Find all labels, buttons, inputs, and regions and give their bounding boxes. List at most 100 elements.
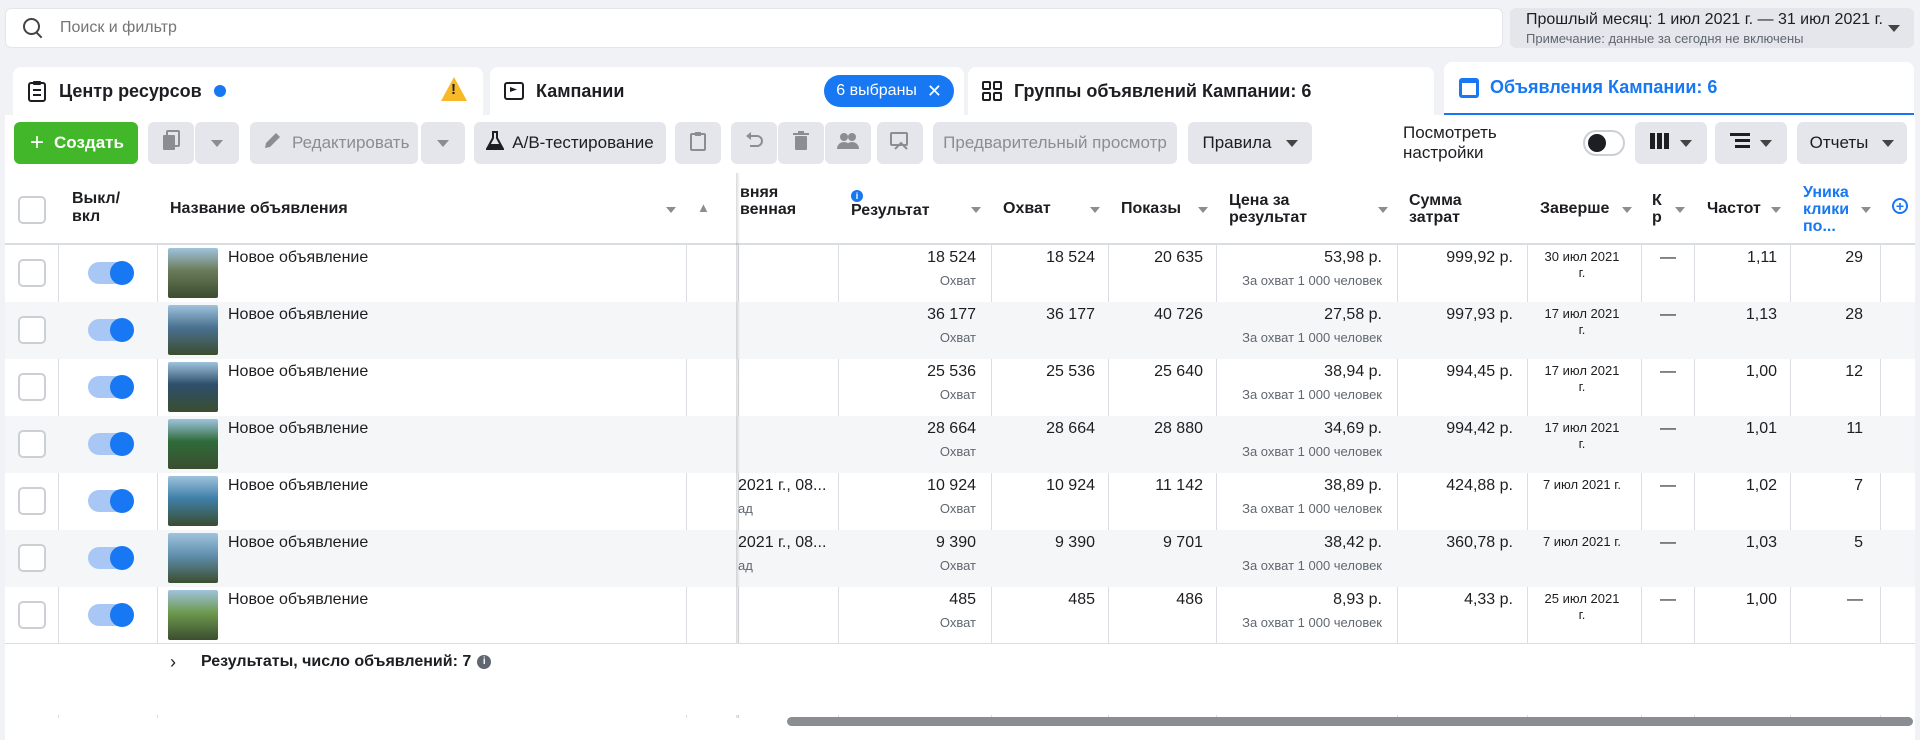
ad-name-link[interactable]: Новое объявление (228, 363, 368, 381)
cost-sub: За охват 1 000 человек (1242, 501, 1382, 516)
tab-ad-sets-label: Группы объявлений Кампании: 6 (1014, 80, 1312, 101)
sort-icon[interactable] (666, 207, 676, 213)
row-checkbox[interactable] (18, 373, 46, 401)
ad-name-link[interactable]: Новое объявление (228, 534, 368, 552)
sort-icon[interactable] (971, 207, 981, 213)
header-onoff[interactable]: Выкл/ вкл (72, 190, 120, 226)
sort-icon[interactable] (1090, 207, 1100, 213)
tab-ads[interactable]: Объявления Кампании: 6 (1444, 62, 1914, 116)
row-checkbox[interactable] (18, 259, 46, 287)
ad-name-link[interactable]: Новое объявление (228, 477, 368, 495)
kr-value: — (1660, 534, 1676, 551)
chevron-down-icon (1680, 139, 1692, 147)
duplicate-button[interactable] (148, 122, 194, 164)
row-toggle[interactable] (88, 546, 134, 570)
delete-button[interactable] (778, 122, 824, 164)
reports-button[interactable]: Отчеты (1797, 122, 1907, 164)
impressions-value: 11 142 (1155, 477, 1203, 494)
row-toggle[interactable] (88, 489, 134, 513)
close-icon[interactable]: ✕ (927, 81, 942, 102)
info-icon: i (477, 655, 492, 669)
date-range-picker[interactable]: Прошлый месяц: 1 июл 2021 г. — 31 июл 20… (1510, 8, 1914, 48)
add-column-icon[interactable]: + (1892, 198, 1908, 214)
header-delivery[interactable]: вняя венная (740, 184, 796, 218)
sort-icon[interactable] (1622, 207, 1632, 213)
unique-clicks-value: — (1847, 591, 1863, 608)
ad-thumbnail[interactable] (168, 590, 218, 640)
duplicate-dropdown[interactable] (195, 122, 239, 164)
sort-icon[interactable] (1861, 207, 1871, 213)
select-all-checkbox[interactable] (18, 196, 46, 224)
ad-thumbnail[interactable] (168, 476, 218, 526)
edit-button[interactable]: Редактировать (250, 122, 418, 164)
compare-button[interactable] (877, 122, 923, 164)
tab-campaigns[interactable]: Кампании 6 выбраны ✕ (490, 67, 964, 115)
row-checkbox[interactable] (18, 544, 46, 572)
ab-test-button[interactable]: A/B-тестирование (474, 122, 666, 164)
columns-button[interactable] (1635, 122, 1707, 164)
ad-thumbnail[interactable] (168, 533, 218, 583)
header-ends[interactable]: Заверше (1540, 200, 1622, 218)
kr-value: — (1660, 306, 1676, 323)
header-spend[interactable]: Сумма затрат (1409, 192, 1462, 226)
preview-button[interactable]: Предварительный просмотр (933, 122, 1177, 164)
clipboard-button[interactable] (675, 122, 721, 164)
header-unique-clicks[interactable]: Уника клики по... (1803, 184, 1849, 235)
spend-value: 997,93 р. (1446, 306, 1513, 323)
clipboard-icon (27, 80, 47, 102)
warning-icon[interactable] (441, 77, 467, 101)
header-reach[interactable]: Охват (1003, 200, 1051, 218)
tab-ad-sets[interactable]: Группы объявлений Кампании: 6 (968, 67, 1434, 115)
selected-count-pill[interactable]: 6 выбраны ✕ (824, 75, 954, 107)
ad-thumbnail[interactable] (168, 362, 218, 412)
ad-thumbnail[interactable] (168, 305, 218, 355)
flask-icon (485, 130, 505, 156)
search-bar[interactable] (5, 8, 1503, 48)
row-toggle[interactable] (88, 318, 134, 342)
create-button[interactable]: + Создать (14, 122, 138, 164)
header-frequency[interactable]: Частот (1707, 200, 1763, 218)
frozen-column-shadow (736, 173, 740, 718)
chevron-right-icon[interactable]: › (170, 652, 176, 673)
chevron-down-icon (1760, 139, 1772, 147)
ad-thumbnail[interactable] (168, 248, 218, 298)
row-checkbox[interactable] (18, 487, 46, 515)
header-impressions[interactable]: Показы (1121, 200, 1181, 218)
sort-icon[interactable] (1198, 207, 1208, 213)
ad-thumbnail[interactable] (168, 419, 218, 469)
ends-line1: 17 июл 2021 (1544, 363, 1620, 378)
row-checkbox[interactable] (18, 430, 46, 458)
header-ad-name[interactable]: Название объявления (170, 200, 348, 218)
ends-line1: 17 июл 2021 (1544, 306, 1620, 321)
rules-button[interactable]: Правила (1188, 122, 1312, 164)
horizontal-scrollbar[interactable] (787, 717, 1913, 726)
row-checkbox[interactable] (18, 316, 46, 344)
ad-name-link[interactable]: Новое объявление (228, 306, 368, 324)
ad-name-link[interactable]: Новое объявление (228, 249, 368, 267)
header-result[interactable]: i Результат (851, 190, 930, 219)
search-input[interactable] (60, 19, 1060, 37)
ad-name-link[interactable]: Новое объявление (228, 420, 368, 438)
audience-button[interactable] (825, 122, 871, 164)
tab-resource-center[interactable]: Центр ресурсов (13, 67, 483, 115)
header-kr[interactable]: К р (1652, 192, 1662, 226)
sort-icon[interactable] (1675, 207, 1685, 213)
row-toggle[interactable] (88, 603, 134, 627)
ends-value: 17 июл 2021 г. (1540, 306, 1624, 338)
pin-icon[interactable]: ▲ (697, 200, 710, 215)
view-settings[interactable]: Посмотреть настройки (1403, 122, 1625, 164)
row-toggle[interactable] (88, 261, 134, 285)
breakdown-button[interactable] (1715, 122, 1787, 164)
row-checkbox[interactable] (18, 601, 46, 629)
sort-icon[interactable] (1378, 207, 1388, 213)
duplicate-icon (161, 129, 181, 157)
edit-dropdown[interactable] (421, 122, 465, 164)
row-toggle[interactable] (88, 375, 134, 399)
view-settings-toggle[interactable] (1583, 130, 1625, 156)
sort-icon[interactable] (1771, 207, 1781, 213)
ad-name-link[interactable]: Новое объявление (228, 591, 368, 609)
header-cost-per-result[interactable]: Цена за результат (1229, 192, 1307, 226)
row-toggle[interactable] (88, 432, 134, 456)
plus-icon: + (30, 129, 45, 156)
undo-button[interactable] (731, 122, 777, 164)
